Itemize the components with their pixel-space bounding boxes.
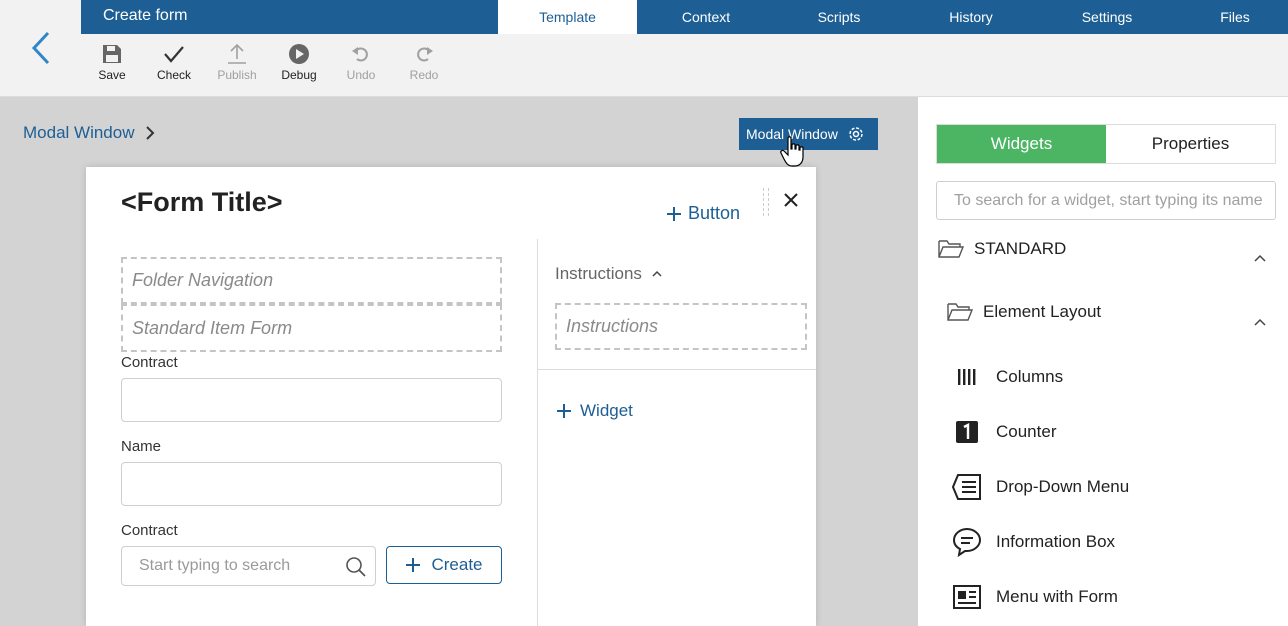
contract-field[interactable] xyxy=(121,378,502,422)
check-icon xyxy=(164,46,184,63)
close-icon[interactable] xyxy=(784,193,798,207)
add-button-link[interactable]: Button xyxy=(666,203,740,224)
widgets-panel: Widgets Properties To search for a widge… xyxy=(918,97,1288,626)
selection-tag[interactable]: Modal Window xyxy=(739,118,878,150)
widget-item-label: Menu with Form xyxy=(996,587,1118,606)
section-divider xyxy=(537,369,816,370)
information-box-icon xyxy=(952,527,982,557)
save-label: Save xyxy=(98,68,126,82)
check-button[interactable]: Check xyxy=(144,40,204,94)
create-button-label: Create xyxy=(431,555,483,574)
columns-icon xyxy=(952,363,982,391)
play-icon xyxy=(289,44,309,64)
panel-tabs: Widgets Properties xyxy=(936,124,1276,164)
redo-label: Redo xyxy=(409,68,439,82)
gear-icon[interactable] xyxy=(847,125,865,143)
folder-navigation-placeholder[interactable]: Folder Navigation xyxy=(121,257,502,304)
search-placeholder: Start typing to search xyxy=(139,557,291,574)
contract-label: Contract xyxy=(121,354,178,371)
publish-label: Publish xyxy=(217,68,257,82)
widget-item-label: Drop-Down Menu xyxy=(996,477,1130,496)
tab-history[interactable]: History xyxy=(921,0,1021,34)
instructions-header: Instructions xyxy=(555,264,642,283)
tab-scripts[interactable]: Scripts xyxy=(787,0,891,34)
check-label: Check xyxy=(156,68,191,82)
publish-button[interactable]: Publish xyxy=(207,40,267,94)
plus-icon xyxy=(557,404,571,418)
chevron-right-icon xyxy=(145,126,154,140)
group-element-layout[interactable]: Element Layout xyxy=(947,302,1101,322)
column-divider xyxy=(537,239,538,626)
widget-item-counter[interactable]: Counter xyxy=(952,418,1056,446)
search-icon[interactable] xyxy=(345,556,367,578)
drag-handle[interactable] xyxy=(763,188,769,216)
tab-widgets[interactable]: Widgets xyxy=(937,125,1106,163)
undo-icon xyxy=(352,47,368,62)
name-label: Name xyxy=(121,438,162,455)
tab-properties[interactable]: Properties xyxy=(1106,125,1275,163)
chevron-up-icon xyxy=(652,270,662,277)
tab-context[interactable]: Context xyxy=(651,0,761,34)
redo-button[interactable]: Redo xyxy=(394,40,454,94)
undo-button[interactable]: Undo xyxy=(331,40,391,94)
instructions-toggle[interactable]: Instructions xyxy=(555,264,662,284)
publish-icon xyxy=(228,43,246,64)
add-widget-label: Widget xyxy=(580,401,633,420)
chevron-left-icon xyxy=(31,31,49,65)
tab-template[interactable]: Template xyxy=(498,0,637,34)
toolbar: Save Check Publish Debug Undo Redo xyxy=(81,34,1288,97)
group-standard-label: STANDARD xyxy=(974,239,1067,258)
hand-pointer-icon xyxy=(780,136,804,167)
save-button[interactable]: Save xyxy=(82,40,142,94)
form-title[interactable]: <Form Title> xyxy=(121,187,283,218)
group-standard[interactable]: STANDARD xyxy=(938,239,1066,259)
tab-settings[interactable]: Settings xyxy=(1057,0,1157,34)
folder-open-icon xyxy=(938,240,964,258)
redo-icon xyxy=(417,47,433,62)
menu-with-form-icon xyxy=(952,583,982,611)
plus-icon xyxy=(406,558,421,572)
widget-item-columns[interactable]: Columns xyxy=(952,363,1063,391)
create-button[interactable]: Create xyxy=(386,546,502,584)
standard-item-form-placeholder[interactable]: Standard Item Form xyxy=(121,304,502,352)
widget-item-label: Columns xyxy=(996,367,1064,386)
plus-icon xyxy=(667,206,681,221)
top-bar: Create form Template Context Scripts His… xyxy=(81,0,1288,34)
tab-files[interactable]: Files xyxy=(1185,0,1285,34)
debug-label: Debug xyxy=(281,68,317,82)
group-element-layout-label: Element Layout xyxy=(983,302,1102,321)
add-button-label: Button xyxy=(688,203,741,223)
undo-label: Undo xyxy=(346,68,376,82)
debug-button[interactable]: Debug xyxy=(269,40,329,94)
widget-search-input[interactable]: To search for a widget, start typing its… xyxy=(936,181,1276,220)
modal-window: <Form Title> Button Folder Navigation St… xyxy=(86,167,816,626)
widget-item-information-box[interactable]: Information Box xyxy=(952,527,1116,557)
dropdown-menu-icon xyxy=(952,473,982,501)
contract-lookup-label: Contract xyxy=(121,522,178,539)
chevron-up-icon[interactable] xyxy=(1254,254,1266,262)
chevron-up-icon[interactable] xyxy=(1254,318,1266,326)
widget-item-label: Counter xyxy=(996,422,1057,441)
widget-item-menu-with-form[interactable]: Menu with Form xyxy=(952,583,1118,611)
name-field[interactable] xyxy=(121,462,502,506)
form-designer: Create form Template Context Scripts His… xyxy=(0,0,1288,626)
counter-icon xyxy=(952,418,982,446)
widget-item-drop-down-menu[interactable]: Drop-Down Menu xyxy=(952,473,1129,501)
folder-open-icon xyxy=(947,303,973,321)
contract-search-input[interactable]: Start typing to search xyxy=(121,546,376,586)
widget-item-label: Information Box xyxy=(996,532,1116,551)
add-widget-button[interactable]: Widget xyxy=(556,401,633,421)
breadcrumb-item[interactable]: Modal Window xyxy=(23,123,135,143)
page-title: Create form xyxy=(103,7,188,24)
breadcrumb[interactable]: Modal Window xyxy=(23,123,155,143)
instructions-placeholder[interactable]: Instructions xyxy=(555,303,807,350)
back-button[interactable] xyxy=(0,0,81,97)
save-icon xyxy=(103,45,121,63)
